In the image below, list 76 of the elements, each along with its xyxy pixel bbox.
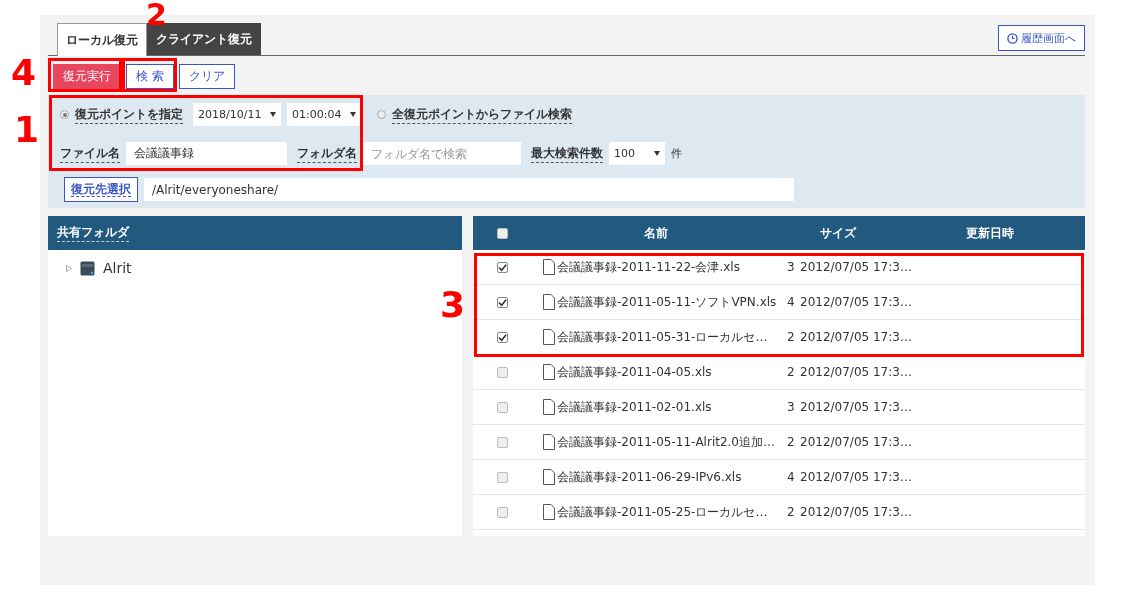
file-name: 会議議事録-2011-05-11-Alrit2.0追加… xyxy=(557,433,775,451)
file-date: 2012/07/05 17:3… xyxy=(800,330,912,344)
dropdown-icon xyxy=(350,112,356,117)
history-button[interactable]: 履歴画面へ xyxy=(998,25,1085,51)
panel-title: 共有フォルダ xyxy=(57,224,129,242)
file-date: 2012/07/05 17:3… xyxy=(800,295,912,309)
dropdown-icon xyxy=(654,151,660,156)
file-name: 会議議事録-2011-06-29-IPv6.xls xyxy=(557,468,742,486)
file-icon xyxy=(543,399,555,415)
file-date: 2012/07/05 17:3… xyxy=(800,260,912,274)
step-number: 3 xyxy=(440,287,466,323)
restore-button[interactable]: 復元実行 xyxy=(53,64,121,89)
radio-label: 全復元ポイントからファイル検索 xyxy=(392,105,572,124)
file-size: 4 xyxy=(786,295,796,309)
dropdown-icon xyxy=(270,112,276,117)
column-header[interactable]: サイズ xyxy=(820,224,856,242)
destination-path-field[interactable]: /Alrit/everyoneshare/ xyxy=(144,178,794,201)
checkbox[interactable] xyxy=(496,471,508,483)
file-icon xyxy=(543,504,555,520)
checkbox[interactable] xyxy=(496,436,508,448)
file-date: 2012/07/05 17:3… xyxy=(800,365,912,379)
tab[interactable]: ローカル復元 xyxy=(57,23,147,56)
checkbox[interactable] xyxy=(496,401,508,413)
file-name: 会議議事録-2011-05-25-ローカルセ… xyxy=(557,503,768,521)
checkbox[interactable] xyxy=(496,227,508,239)
column-header[interactable]: 名前 xyxy=(644,224,668,242)
file-size: 2 xyxy=(786,435,796,449)
file-size: 3 xyxy=(786,400,796,414)
expand-icon[interactable] xyxy=(66,264,72,272)
file-size: 4 xyxy=(786,470,796,484)
file-name-field[interactable]: 会議議事録 xyxy=(126,142,287,165)
field-label: 最大検索件数 xyxy=(531,144,603,163)
file-name: 会議議事録-2011-05-31-ローカルセ… xyxy=(557,328,768,346)
file-date: 2012/07/05 17:3… xyxy=(800,435,912,449)
server-icon xyxy=(80,260,95,276)
tree-item[interactable]: Alrit xyxy=(103,260,132,276)
time-select[interactable]: 01:00:04 xyxy=(287,103,361,126)
field-label: フォルダ名 xyxy=(297,144,357,163)
radio-button[interactable] xyxy=(377,110,386,119)
date-select[interactable]: 2018/10/11 xyxy=(193,103,281,126)
file-icon xyxy=(543,364,555,380)
file-name: 会議議事録-2011-04-05.xls xyxy=(557,363,712,381)
file-date: 2012/07/05 17:3… xyxy=(800,470,912,484)
max-results-select[interactable]: 100 xyxy=(609,142,665,165)
file-size: 2 xyxy=(786,505,796,519)
column-header[interactable]: 更新日時 xyxy=(966,224,1014,242)
unit-label: 件 xyxy=(671,146,682,161)
file-name: 会議議事録-2011-11-22-会津.xls xyxy=(557,258,740,276)
checkbox[interactable] xyxy=(496,366,508,378)
file-name: 会議議事録-2011-05-11-ソフトVPN.xls xyxy=(557,293,777,311)
file-icon xyxy=(543,329,555,345)
folder-name-field[interactable]: フォルダ名で検索 xyxy=(363,142,521,165)
action-button[interactable]: クリア xyxy=(178,64,235,89)
step-number: 1 xyxy=(14,112,40,148)
step-number: 4 xyxy=(11,55,37,91)
checkbox[interactable] xyxy=(496,331,508,343)
checkbox[interactable] xyxy=(496,506,508,518)
file-date: 2012/07/05 17:3… xyxy=(800,400,912,414)
field-label: ファイル名 xyxy=(60,144,120,163)
file-icon xyxy=(543,434,555,450)
file-date: 2012/07/05 17:3… xyxy=(800,505,912,519)
radio-label: 復元ポイントを指定 xyxy=(75,105,183,124)
action-button[interactable]: 検 索 xyxy=(126,64,174,89)
file-icon xyxy=(543,294,555,310)
file-size: 2 xyxy=(786,330,796,344)
checkbox[interactable] xyxy=(496,296,508,308)
file-size: 2 xyxy=(786,365,796,379)
clock-icon xyxy=(1007,32,1018,44)
file-icon xyxy=(543,259,555,275)
destination-button[interactable]: 復元先選択 xyxy=(64,177,138,202)
file-name: 会議議事録-2011-02-01.xls xyxy=(557,398,712,416)
file-icon xyxy=(543,469,555,485)
highlight-frame xyxy=(122,58,177,92)
checkbox[interactable] xyxy=(496,261,508,273)
file-size: 3 xyxy=(786,260,796,274)
radio-button[interactable] xyxy=(60,110,69,119)
